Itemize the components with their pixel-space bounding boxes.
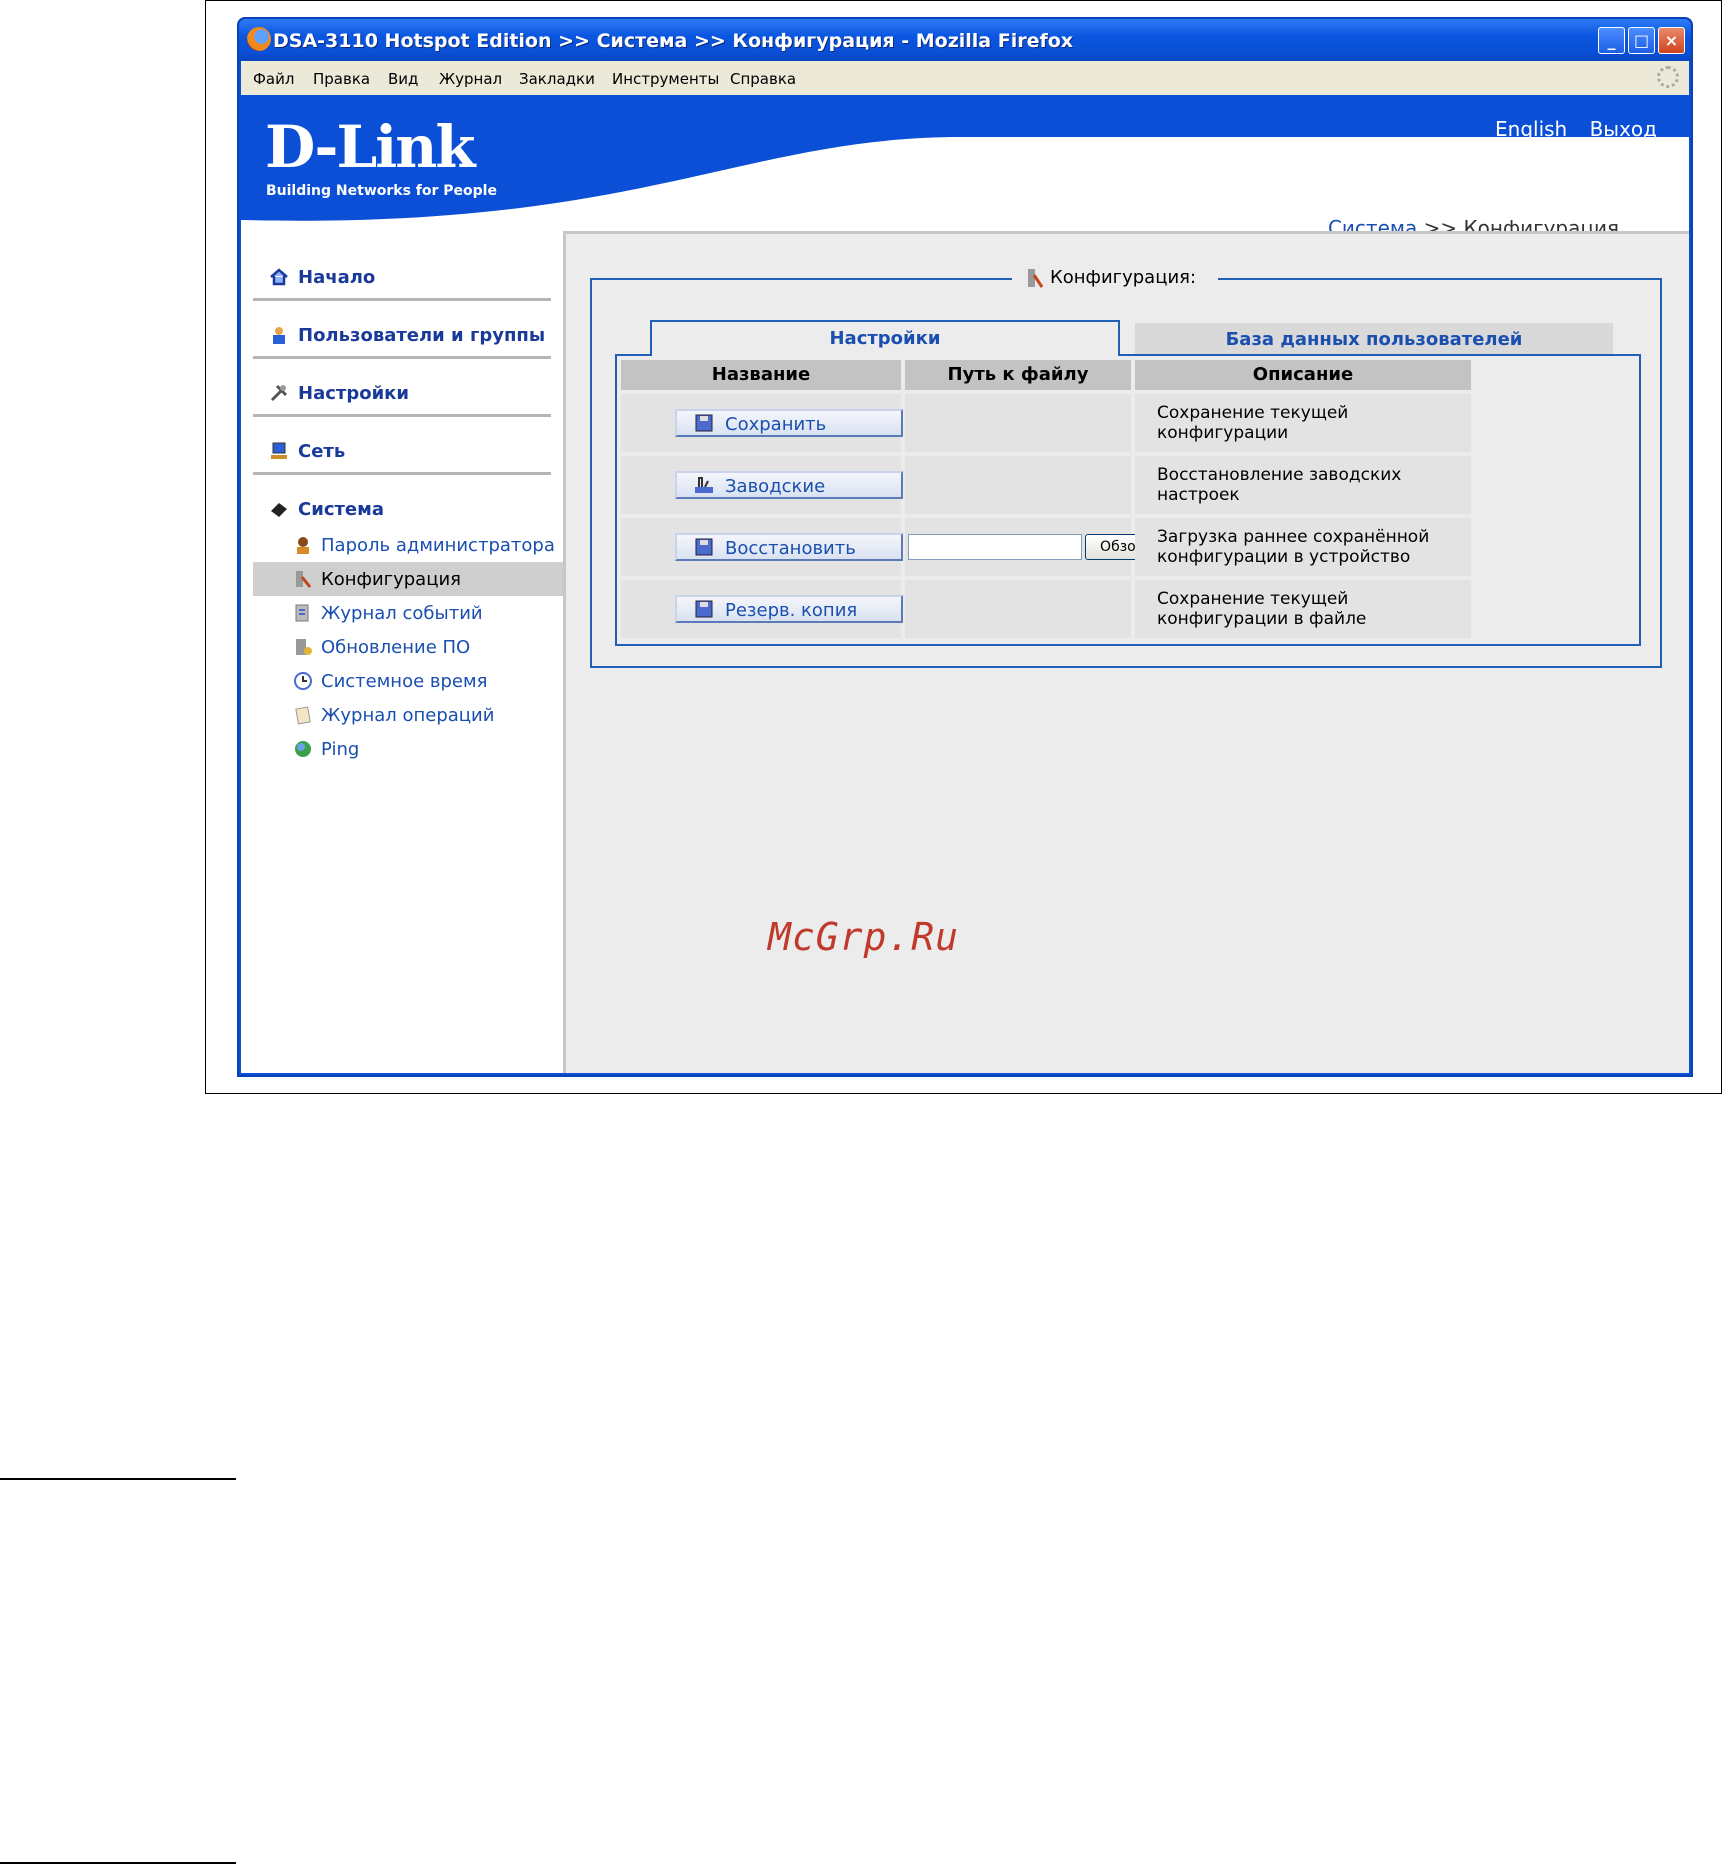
nav-network-label: Сеть (298, 441, 346, 462)
main-content: Конфигурация: Настройки База данных поль… (563, 231, 1689, 1073)
admin-icon (297, 537, 309, 554)
ping-icon (295, 741, 311, 757)
menu-file[interactable]: Файл (253, 70, 294, 88)
path-cell (905, 580, 1131, 638)
logo-tagline: Building Networks for People (266, 183, 497, 199)
nav-home[interactable]: Начало (253, 245, 551, 301)
table-row: Резерв. копия (621, 580, 903, 638)
watermark: McGrp.Ru (768, 915, 960, 959)
nav-event-log-label: Журнал событий (321, 603, 483, 624)
backup-button[interactable]: Резерв. копия (675, 595, 903, 623)
config-table: Название Путь к файлу Описание Сохранить… (615, 354, 1641, 646)
path-cell: Обзор... (905, 518, 1173, 576)
section-title: Конфигурация: (1012, 258, 1219, 298)
path-cell (905, 394, 1131, 452)
menu-history[interactable]: Журнал (439, 70, 502, 88)
nav-home-label: Начало (298, 267, 376, 288)
factory-icon (695, 477, 713, 493)
browser-window: DSA-3110 Hotspot Edition >> Система >> К… (237, 17, 1693, 1077)
factory-reset-button[interactable]: Заводские (675, 471, 903, 499)
footnote-rule (0, 1862, 236, 1864)
operations-log-icon (295, 706, 311, 725)
nav-admin-password[interactable]: Пароль администратора (253, 528, 563, 562)
nav-users-groups[interactable]: Пользователи и группы (253, 303, 551, 359)
clock-icon (294, 672, 312, 690)
nav-system-time[interactable]: Системное время (253, 664, 563, 698)
tools-icon (270, 384, 288, 402)
nav-firmware-update[interactable]: Обновление ПО (253, 630, 563, 664)
configuration-fieldset: Конфигурация: Настройки База данных поль… (590, 258, 1662, 668)
nav-firmware-label: Обновление ПО (321, 637, 471, 658)
table-row: Восстановить (621, 518, 903, 576)
table-row: Сохранить (621, 394, 903, 452)
tab-user-database[interactable]: База данных пользователей (1135, 323, 1613, 357)
path-cell (905, 456, 1131, 514)
restore-button[interactable]: Восстановить (675, 533, 903, 561)
description-cell: Сохранение текущей конфигурации в файле (1135, 580, 1471, 638)
restore-button-label: Восстановить (725, 538, 856, 559)
menu-bar: Файл Правка Вид Журнал Закладки Инструме… (241, 61, 1689, 95)
section-title-text: Конфигурация: (1050, 267, 1197, 288)
nav-users-label: Пользователи и группы (298, 325, 546, 346)
nav-system-label: Система (298, 499, 384, 520)
throbber-icon (1657, 66, 1679, 88)
nav-system-time-label: Системное время (321, 671, 488, 692)
column-header-name: Название (621, 360, 901, 390)
tab-settings[interactable]: Настройки (650, 320, 1120, 356)
nav-settings-label: Настройки (298, 383, 410, 404)
config-icon (296, 571, 312, 588)
description-cell: Загрузка раннее сохранённой конфигурации… (1135, 518, 1471, 576)
home-icon (270, 268, 288, 286)
english-link[interactable]: English (1495, 117, 1567, 141)
system-icon (271, 503, 287, 517)
logout-link[interactable]: Выход (1590, 117, 1657, 141)
sidebar: Начало Пользователи и группы Настройки С… (241, 245, 563, 1073)
save-button-label: Сохранить (725, 414, 827, 435)
menu-view[interactable]: Вид (388, 70, 418, 88)
nav-ping-label: Ping (321, 739, 360, 760)
footnote-rule (0, 1478, 236, 1480)
close-button[interactable]: × (1658, 27, 1685, 54)
menu-bookmarks[interactable]: Закладки (519, 70, 595, 88)
nav-admin-password-label: Пароль администратора (321, 535, 555, 556)
nav-configuration-label: Конфигурация (321, 569, 461, 590)
floppy-icon (695, 600, 713, 618)
config-icon (1028, 269, 1044, 288)
network-icon (271, 442, 287, 459)
nav-network[interactable]: Сеть (253, 419, 551, 475)
floppy-icon (695, 414, 713, 432)
file-path-input[interactable] (908, 534, 1082, 560)
dlink-logo: D-Link (265, 113, 476, 181)
maximize-button[interactable]: □ (1628, 27, 1655, 54)
firmware-icon (296, 639, 312, 655)
nav-operations-log-label: Журнал операций (321, 705, 495, 726)
nav-settings[interactable]: Настройки (253, 361, 551, 417)
menu-edit[interactable]: Правка (313, 70, 370, 88)
event-log-icon (295, 604, 309, 622)
page-content: D-Link Building Networks for People Engl… (241, 95, 1689, 1073)
nav-ping[interactable]: Ping (253, 732, 563, 766)
nav-configuration[interactable]: Конфигурация (253, 562, 563, 596)
window-title: DSA-3110 Hotspot Edition >> Система >> К… (273, 30, 1074, 52)
column-header-description: Описание (1135, 360, 1471, 390)
nav-system[interactable]: Система (253, 477, 551, 533)
nav-event-log[interactable]: Журнал событий (253, 596, 563, 630)
description-cell: Восстановление заводских настроек (1135, 456, 1471, 514)
description-cell: Сохранение текущей конфигурации (1135, 394, 1471, 452)
menu-help[interactable]: Справка (730, 70, 796, 88)
firefox-icon (247, 27, 271, 51)
floppy-icon (695, 538, 713, 556)
factory-reset-button-label: Заводские (725, 476, 826, 497)
nav-operations-log[interactable]: Журнал операций (253, 698, 563, 732)
users-icon (273, 327, 285, 344)
menu-tools[interactable]: Инструменты (612, 70, 719, 88)
backup-button-label: Резерв. копия (725, 600, 858, 621)
minimize-button[interactable]: _ (1598, 27, 1625, 54)
table-row: Заводские (621, 456, 903, 514)
column-header-path: Путь к файлу (905, 360, 1131, 390)
header-links: English Выход (1479, 117, 1657, 141)
title-bar: DSA-3110 Hotspot Edition >> Система >> К… (239, 19, 1691, 61)
save-button[interactable]: Сохранить (675, 409, 903, 437)
